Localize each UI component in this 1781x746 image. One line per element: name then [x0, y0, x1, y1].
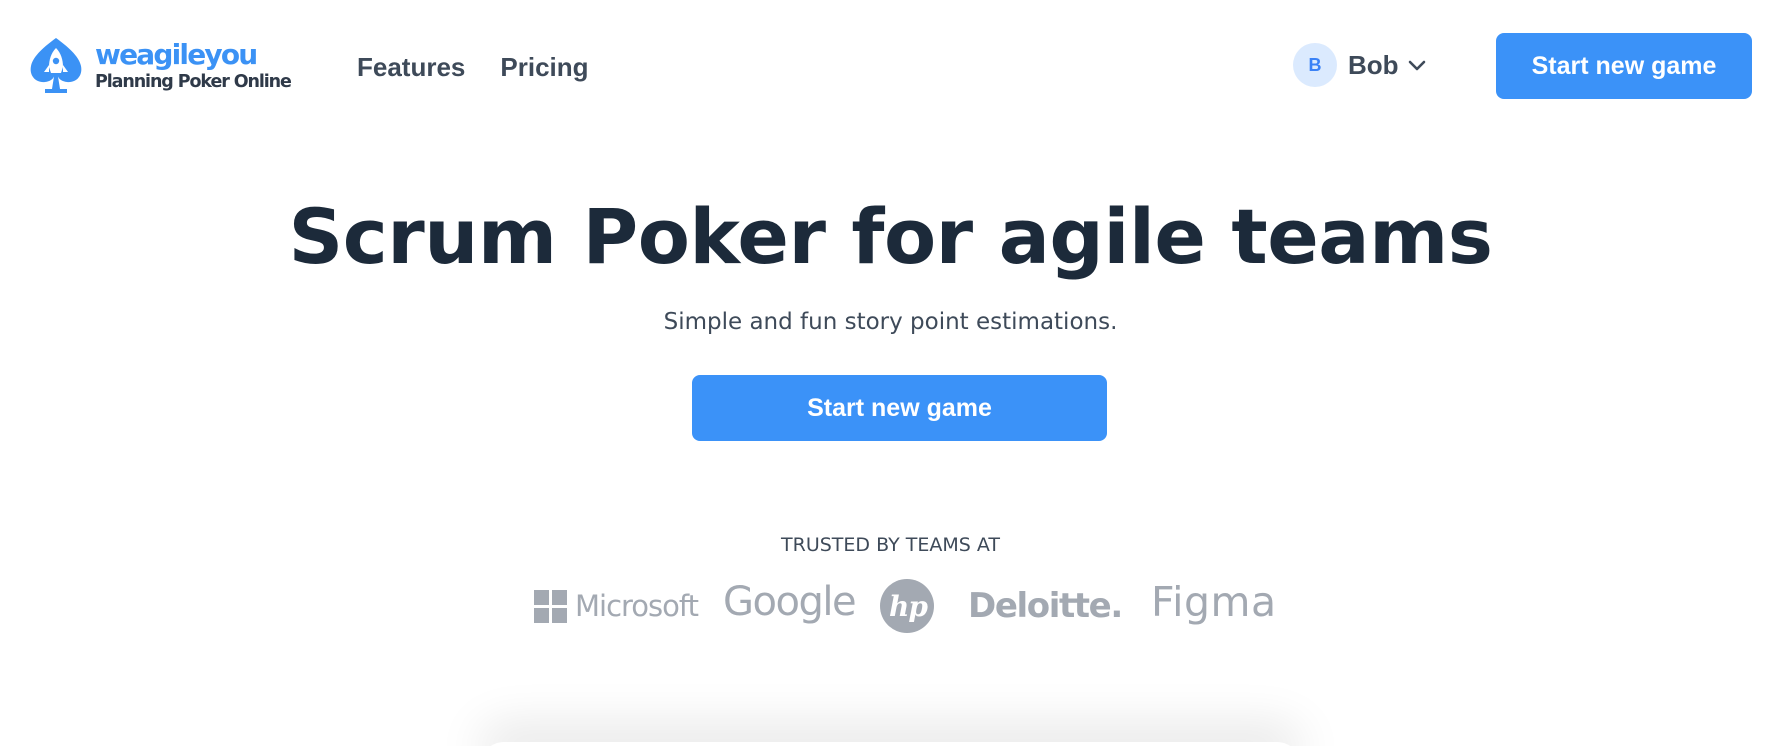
user-name: Bob	[1348, 49, 1399, 80]
user-menu[interactable]: B Bob	[1293, 43, 1427, 87]
rocket-spade-icon	[30, 38, 82, 93]
customer-logos: Microsoft Google hp Deloitte. Figma	[0, 575, 1781, 635]
microsoft-wordmark: Microsoft	[575, 589, 699, 623]
deloitte-logo: Deloitte.	[968, 586, 1123, 626]
microsoft-windows-icon	[534, 589, 567, 623]
brand-name: weagileyou	[95, 37, 258, 71]
nav-pricing-link[interactable]: Pricing	[500, 52, 588, 83]
avatar: B	[1293, 43, 1337, 87]
hero-subtitle: Simple and fun story point estimations.	[663, 309, 1118, 335]
hp-wordmark: hp	[889, 590, 928, 623]
hero-start-new-game-button[interactable]: Start new game	[692, 375, 1107, 441]
header-start-new-game-button[interactable]: Start new game	[1496, 33, 1752, 99]
app-preview-edge	[480, 742, 1301, 746]
chevron-down-icon	[1408, 60, 1425, 71]
hero-title: Scrum Poker for agile teams	[288, 192, 1493, 281]
home-logo-link[interactable]: weagileyou Planning Poker Online	[27, 36, 292, 96]
logo-text: weagileyou Planning Poker Online	[95, 37, 292, 92]
trusted-by-label: TRUSTED BY TEAMS AT	[781, 534, 1000, 556]
brand-tagline: Planning Poker Online	[95, 71, 292, 92]
microsoft-logo: Microsoft	[534, 589, 699, 623]
hp-logo: hp	[880, 579, 934, 633]
nav-features-link[interactable]: Features	[357, 52, 465, 83]
main-nav: Features Pricing	[357, 52, 589, 83]
page: weagileyou Planning Poker Online Feature…	[0, 0, 1781, 746]
google-logo: Google	[723, 579, 857, 625]
figma-logo: Figma	[1151, 578, 1277, 626]
